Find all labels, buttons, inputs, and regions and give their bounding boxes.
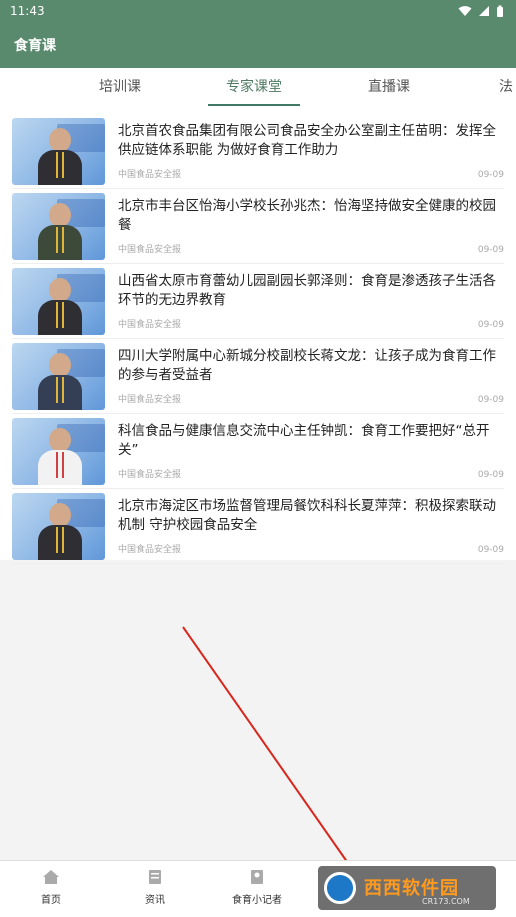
nav-reporter-label: 食育小记者 — [232, 895, 282, 906]
article-date: 09-09 — [477, 545, 504, 555]
watermark-subtext: CR173.COM — [422, 897, 470, 906]
nav-home-label: 首页 — [41, 895, 61, 906]
nav-news[interactable]: 资讯 — [110, 869, 200, 906]
list-item[interactable]: 科信食品与健康信息交流中心主任钟凯：食育工作要把好“总开关” 中国食品安全报 0… — [12, 414, 504, 489]
article-thumbnail — [12, 493, 105, 560]
tab-law[interactable]: 法 — [495, 68, 516, 110]
article-list: 北京首农食品集团有限公司食品安全办公室副主任苗明：发挥全供应链体系职能 为做好食… — [0, 110, 516, 564]
watermark-logo: 西西软件园 CR173.COM — [318, 866, 496, 910]
list-item[interactable]: 北京市丰台区怡海小学校长孙兆杰：怡海坚持做安全健康的校园餐 中国食品安全报 09… — [12, 189, 504, 264]
article-source: 中国食品安全报 — [118, 395, 182, 405]
category-tabs: 培训课 专家课堂 直播课 法 — [0, 68, 516, 110]
tab-expert[interactable]: 专家课堂 — [208, 68, 300, 110]
page-title: 食育课 — [14, 38, 56, 54]
tab-live[interactable]: 直播课 — [367, 68, 411, 110]
article-source: 中国食品安全报 — [118, 170, 182, 180]
status-icons — [458, 5, 504, 18]
article-thumbnail — [12, 268, 105, 335]
article-thumbnail — [12, 418, 105, 485]
tab-training[interactable]: 培训课 — [98, 68, 142, 110]
article-date: 09-09 — [477, 395, 504, 405]
list-item[interactable]: 北京首农食品集团有限公司食品安全办公室副主任苗明：发挥全供应链体系职能 为做好食… — [12, 114, 504, 189]
nav-reporter[interactable]: 食育小记者 — [212, 869, 302, 906]
article-title: 北京市海淀区市场监督管理局餐饮科科长夏萍萍：积极探索联动机制 守护校园食品安全 — [118, 498, 496, 533]
article-date: 09-09 — [477, 170, 504, 180]
wifi-icon — [458, 6, 472, 16]
watermark-emblem — [324, 872, 356, 904]
article-title: 北京首农食品集团有限公司食品安全办公室副主任苗明：发挥全供应链体系职能 为做好食… — [118, 123, 496, 158]
battery-icon — [497, 5, 503, 17]
nav-news-label: 资讯 — [145, 895, 165, 906]
article-source: 中国食品安全报 — [118, 545, 182, 555]
article-source: 中国食品安全报 — [118, 245, 182, 255]
article-title: 四川大学附属中心新城分校副校长蒋文龙：让孩子成为食育工作的参与者受益者 — [118, 348, 496, 383]
status-time: 11:43 — [10, 4, 45, 18]
list-item[interactable]: 四川大学附属中心新城分校副校长蒋文龙：让孩子成为食育工作的参与者受益者 中国食品… — [12, 339, 504, 414]
article-date: 09-09 — [477, 470, 504, 480]
home-icon — [43, 870, 59, 884]
signal-icon — [479, 6, 489, 16]
news-icon — [149, 870, 161, 884]
article-title: 北京市丰台区怡海小学校长孙兆杰：怡海坚持做安全健康的校园餐 — [118, 198, 496, 233]
article-date: 09-09 — [477, 320, 504, 330]
article-thumbnail — [12, 118, 105, 185]
status-bar: 11:43 — [0, 0, 516, 22]
article-source: 中国食品安全报 — [118, 470, 182, 480]
article-source: 中国食品安全报 — [118, 320, 182, 330]
article-date: 09-09 — [477, 245, 504, 255]
app-bar: 食育课 — [0, 22, 516, 68]
article-thumbnail — [12, 343, 105, 410]
article-title: 科信食品与健康信息交流中心主任钟凯：食育工作要把好“总开关” — [118, 423, 490, 458]
nav-home[interactable]: 首页 — [6, 869, 96, 906]
reporter-icon — [251, 870, 263, 884]
article-thumbnail — [12, 193, 105, 260]
list-item[interactable]: 北京市海淀区市场监督管理局餐饮科科长夏萍萍：积极探索联动机制 守护校园食品安全 … — [12, 489, 504, 564]
list-item[interactable]: 山西省太原市育蕾幼儿园副园长郭泽则：食育是渗透孩子生活各环节的无边界教育 中国食… — [12, 264, 504, 339]
article-title: 山西省太原市育蕾幼儿园副园长郭泽则：食育是渗透孩子生活各环节的无边界教育 — [118, 273, 496, 308]
